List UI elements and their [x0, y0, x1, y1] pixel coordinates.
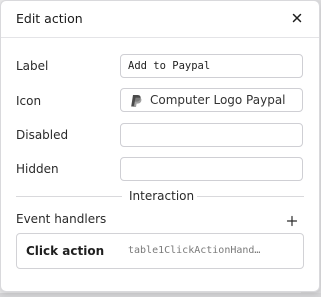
hidden-field-label: Hidden [16, 162, 59, 176]
event-handlers-label: Event handlers [16, 212, 107, 226]
edit-action-panel: Edit action Label Add to Paypal Icon Com… [0, 0, 320, 292]
icon-field-label: Icon [16, 94, 42, 108]
event-handler-event: Click action [26, 244, 105, 258]
label-input[interactable]: Add to Paypal [120, 54, 303, 78]
disabled-field-label: Disabled [16, 128, 69, 142]
icon-select-value: Computer Logo Paypal [150, 93, 286, 107]
hidden-input[interactable] [120, 157, 303, 181]
label-field-label: Label [16, 59, 49, 73]
section-divider-left [16, 196, 122, 197]
section-divider-right [197, 196, 304, 197]
panel-title: Edit action [16, 11, 83, 26]
paypal-logo-icon [129, 93, 143, 107]
panel-header: Edit action [1, 1, 319, 38]
interaction-section-title: Interaction [129, 189, 195, 203]
close-icon[interactable] [289, 10, 305, 26]
event-handler-item[interactable]: Click action table1ClickActionHand… [16, 233, 304, 269]
background-edge [0, 293, 321, 297]
event-handler-target: table1ClickActionHand… [128, 245, 261, 256]
icon-select[interactable]: Computer Logo Paypal [120, 88, 303, 112]
plus-icon[interactable] [286, 212, 298, 227]
disabled-input[interactable] [120, 123, 303, 147]
